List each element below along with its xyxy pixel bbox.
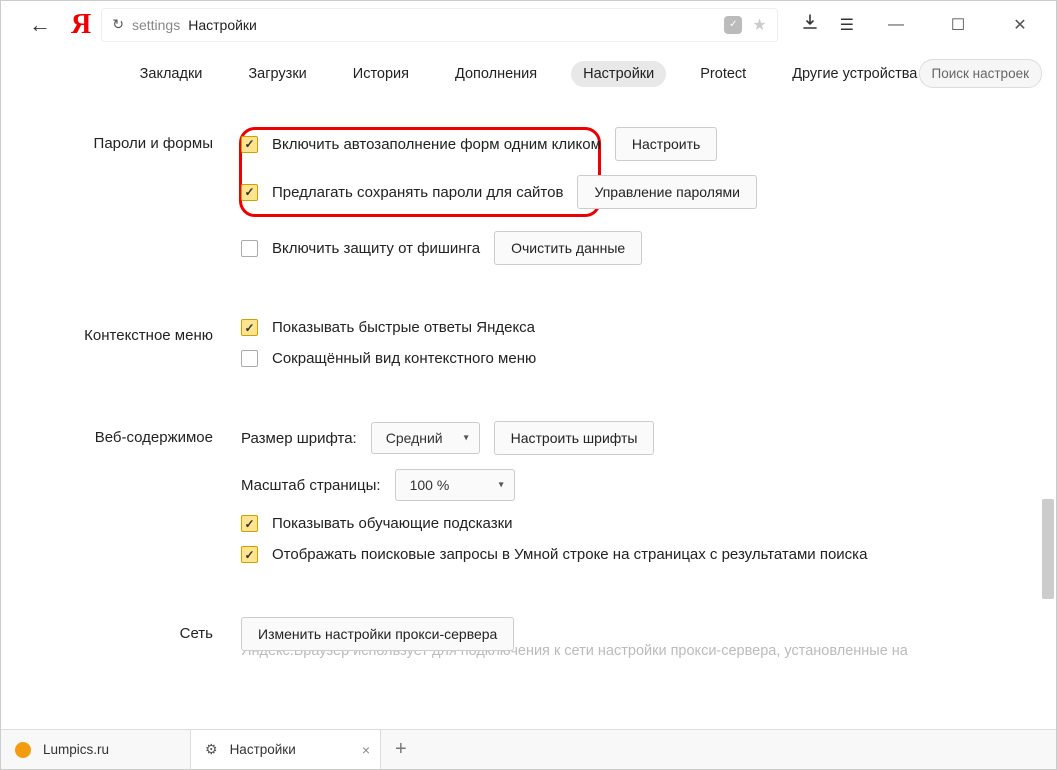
close-icon[interactable]: × (362, 742, 370, 758)
nav-bookmarks[interactable]: Закладки (128, 61, 215, 87)
checkbox-short-context[interactable] (241, 350, 258, 367)
label-phishing: Включить защиту от фишинга (272, 240, 480, 257)
tab-bar: Lumpics.ru ⚙ Настройки × + (1, 729, 1056, 769)
settings-search-button[interactable]: Поиск настроек (919, 59, 1043, 88)
titlebar: ← Я ↻ settings Настройки ✓ ★ ☰ — ☐ ✕ (1, 1, 1056, 49)
label-zoom: Масштаб страницы: (241, 477, 381, 494)
checkbox-smartline[interactable] (241, 546, 258, 563)
button-manage-passwords[interactable]: Управление паролями (577, 175, 757, 209)
label-smartline: Отображать поисковые запросы в Умной стр… (272, 546, 867, 563)
downloads-icon[interactable] (802, 14, 818, 35)
label-hints: Показывать обучающие подсказки (272, 515, 513, 532)
window-maximize[interactable]: ☐ (938, 15, 978, 35)
address-prefix: settings (132, 17, 180, 33)
section-title-web: Веб-содержимое (1, 421, 241, 577)
address-bar[interactable]: ↻ settings Настройки ✓ ★ (101, 8, 777, 42)
settings-nav: Закладки Загрузки История Дополнения Нас… (1, 49, 1056, 99)
tab-title: Настройки (230, 742, 296, 757)
label-font-size: Размер шрифта: (241, 430, 357, 447)
section-title-net: Сеть (1, 617, 241, 665)
label-quick-answers: Показывать быстрые ответы Яндекса (272, 319, 535, 336)
chevron-down-icon: ▾ (464, 433, 469, 444)
checkbox-hints[interactable] (241, 515, 258, 532)
settings-search[interactable]: Поиск настроек (919, 59, 1043, 88)
button-configure-autofill[interactable]: Настроить (615, 127, 717, 161)
menu-icon[interactable]: ☰ (840, 15, 854, 35)
button-proxy-settings[interactable]: Изменить настройки прокси-сервера (241, 617, 514, 651)
section-web: Веб-содержимое Размер шрифта: Средний ▾ … (1, 421, 1056, 577)
nav-settings[interactable]: Настройки (571, 61, 666, 87)
tab-lumpics[interactable]: Lumpics.ru (1, 730, 191, 769)
nav-downloads[interactable]: Загрузки (236, 61, 318, 87)
chevron-down-icon: ▾ (499, 480, 504, 491)
back-button[interactable]: ← (29, 12, 51, 38)
checkbox-autofill[interactable] (241, 136, 258, 153)
select-zoom[interactable]: 100 % ▾ (395, 469, 515, 501)
favicon-lumpics-icon (15, 742, 31, 758)
section-title-passwords: Пароли и формы (1, 127, 241, 279)
nav-history[interactable]: История (341, 61, 421, 87)
section-context: Контекстное меню Показывать быстрые отве… (1, 319, 1056, 381)
new-tab-button[interactable]: + (381, 738, 421, 761)
nav-other-devices[interactable]: Другие устройства (780, 61, 929, 87)
gear-icon: ⚙ (205, 741, 218, 758)
button-clear-data[interactable]: Очистить данные (494, 231, 642, 265)
label-short-context: Сокращённый вид контекстного меню (272, 350, 536, 367)
zoom-value: 100 % (410, 477, 450, 493)
select-font-size[interactable]: Средний ▾ (371, 422, 480, 454)
section-passwords: Пароли и формы Включить автозаполнение ф… (1, 127, 1056, 279)
label-autofill: Включить автозаполнение форм одним клико… (272, 136, 601, 153)
reload-icon[interactable]: ↻ (112, 16, 124, 33)
settings-content: Пароли и формы Включить автозаполнение ф… (1, 99, 1056, 729)
scrollbar-thumb[interactable] (1042, 499, 1054, 599)
tab-title: Lumpics.ru (43, 742, 109, 757)
nav-protect[interactable]: Protect (688, 61, 758, 87)
bookmark-star-icon[interactable]: ★ (752, 15, 766, 35)
label-save-passwords: Предлагать сохранять пароли для сайтов (272, 184, 563, 201)
tab-settings[interactable]: ⚙ Настройки × (191, 730, 381, 769)
security-badge-icon[interactable]: ✓ (724, 16, 742, 34)
button-configure-fonts[interactable]: Настроить шрифты (494, 421, 655, 455)
checkbox-quick-answers[interactable] (241, 319, 258, 336)
window-minimize[interactable]: — (876, 16, 916, 34)
nav-addons[interactable]: Дополнения (443, 61, 549, 87)
window-close[interactable]: ✕ (1000, 15, 1040, 35)
checkbox-save-passwords[interactable] (241, 184, 258, 201)
address-title: Настройки (188, 17, 257, 33)
checkbox-phishing[interactable] (241, 240, 258, 257)
section-title-context: Контекстное меню (1, 319, 241, 381)
yandex-logo[interactable]: Я (71, 9, 91, 41)
font-size-value: Средний (386, 430, 443, 446)
